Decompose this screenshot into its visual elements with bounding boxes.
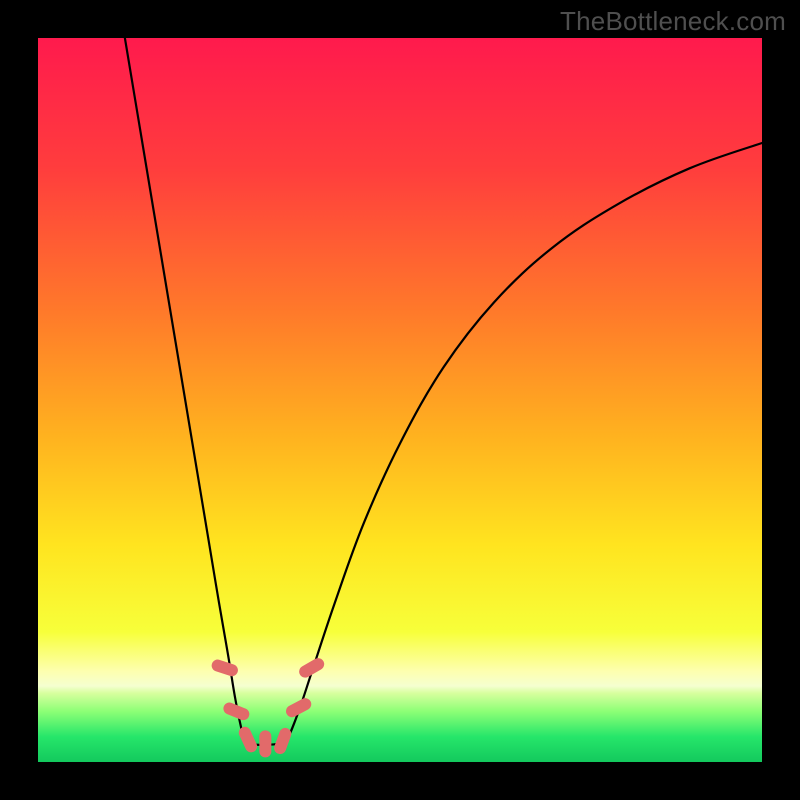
- gradient-background: [38, 38, 762, 762]
- plot-area: [38, 38, 762, 762]
- watermark-text: TheBottleneck.com: [560, 6, 786, 37]
- chart-svg: [38, 38, 762, 762]
- chart-frame: TheBottleneck.com: [0, 0, 800, 800]
- curve-marker: [259, 730, 271, 757]
